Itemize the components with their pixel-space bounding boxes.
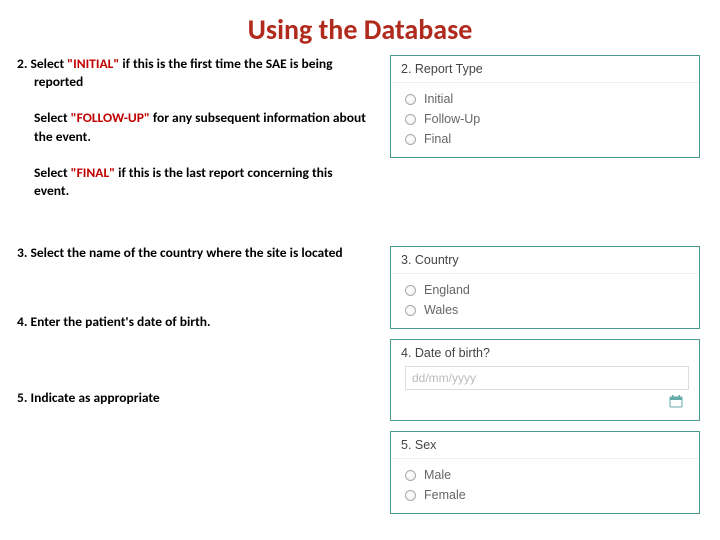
hl-final: "FINAL" <box>71 164 115 181</box>
radio-icon <box>405 305 416 316</box>
option-female[interactable]: Female <box>405 485 689 505</box>
panel-header: 3. Country <box>391 247 699 274</box>
radio-icon <box>405 94 416 105</box>
panel-header: 2. Report Type <box>391 56 699 83</box>
instruction-4: 4. Enter the patient's date of birth. <box>10 313 370 331</box>
panel-header: 5. Sex <box>391 432 699 459</box>
instruction-2b: Select "FOLLOW-UP" for any subsequent in… <box>10 109 370 145</box>
content-area: 2. Select "INITIAL" if this is the first… <box>0 55 720 524</box>
num-2: 2. <box>17 55 31 72</box>
option-followup[interactable]: Follow-Up <box>405 109 689 129</box>
calendar-icon[interactable] <box>669 394 683 408</box>
instruction-3: 3. Select the name of the country where … <box>10 244 370 262</box>
panel-dob: 4. Date of birth? dd/mm/yyyy <box>390 339 700 421</box>
panel-body: Male Female <box>391 459 699 513</box>
txt: Select <box>34 164 71 181</box>
panel-report-type: 2. Report Type Initial Follow-Up Final <box>390 55 700 158</box>
option-label: Initial <box>424 92 453 106</box>
instructions-column: 2. Select "INITIAL" if this is the first… <box>10 55 390 524</box>
panel-body: England Wales <box>391 274 699 328</box>
calendar-row <box>405 390 689 412</box>
panel-sex: 5. Sex Male Female <box>390 431 700 514</box>
instruction-2c: Select "FINAL" if this is the last repor… <box>10 164 370 200</box>
hl-initial: "INITIAL" <box>67 55 119 72</box>
txt: Select <box>31 55 68 72</box>
option-final[interactable]: Final <box>405 129 689 149</box>
form-column: 2. Report Type Initial Follow-Up Final 3… <box>390 55 700 524</box>
option-label: Final <box>424 132 451 146</box>
option-label: Follow-Up <box>424 112 480 126</box>
instruction-5: 5. Indicate as appropriate <box>10 389 370 407</box>
panel-body: dd/mm/yyyy <box>391 366 699 420</box>
option-label: Female <box>424 488 466 502</box>
txt: Select <box>34 109 71 126</box>
option-label: Male <box>424 468 451 482</box>
option-male[interactable]: Male <box>405 465 689 485</box>
option-england[interactable]: England <box>405 280 689 300</box>
dob-input[interactable]: dd/mm/yyyy <box>405 366 689 390</box>
radio-icon <box>405 134 416 145</box>
radio-icon <box>405 285 416 296</box>
page-title: Using the Database <box>0 0 720 55</box>
radio-icon <box>405 490 416 501</box>
radio-icon <box>405 470 416 481</box>
option-label: Wales <box>424 303 458 317</box>
option-wales[interactable]: Wales <box>405 300 689 320</box>
option-label: England <box>424 283 470 297</box>
option-initial[interactable]: Initial <box>405 89 689 109</box>
radio-icon <box>405 114 416 125</box>
panel-body: Initial Follow-Up Final <box>391 83 699 157</box>
hl-followup: "FOLLOW-UP" <box>71 109 150 126</box>
instruction-2a: 2. Select "INITIAL" if this is the first… <box>10 55 370 91</box>
panel-header: 4. Date of birth? <box>391 340 699 362</box>
panel-country: 3. Country England Wales <box>390 246 700 329</box>
